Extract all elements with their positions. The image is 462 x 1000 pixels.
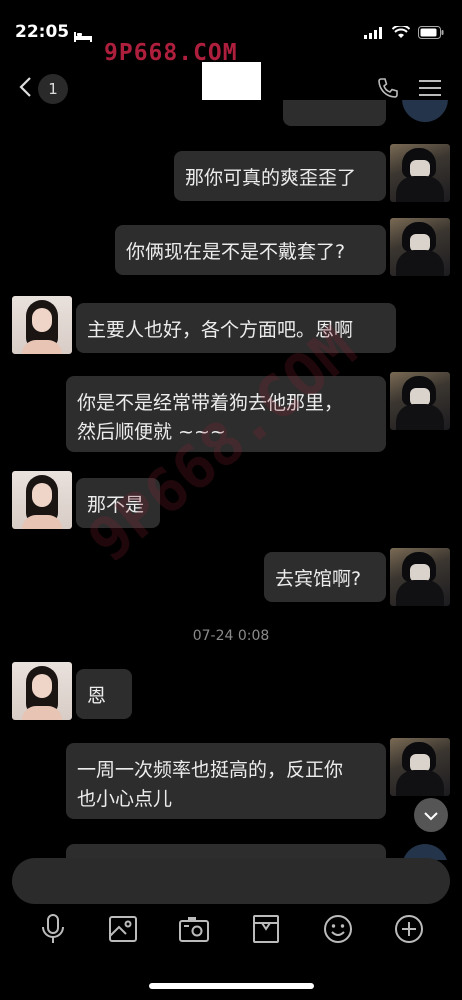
avatar-self[interactable] — [390, 738, 450, 796]
status-bar: 22:05 9P668.COM — [0, 0, 462, 66]
contact-name-redacted — [202, 62, 261, 100]
avatar-self[interactable] — [402, 100, 448, 122]
battery-icon — [418, 24, 444, 43]
avatar-self[interactable] — [390, 548, 450, 606]
mic-icon[interactable] — [36, 912, 70, 946]
chevron-down-icon — [423, 806, 439, 825]
message-bubble: 你俩现在是不是不戴套了? — [115, 225, 386, 275]
message-bubble: 主要人也好，各个方面吧。恩啊 — [76, 303, 396, 353]
message-input[interactable] — [12, 858, 450, 904]
avatar-contact[interactable] — [12, 662, 72, 720]
avatar-self[interactable] — [390, 218, 450, 276]
wifi-icon — [391, 24, 411, 43]
status-time: 22:05 — [15, 22, 70, 42]
input-toolbar — [0, 912, 462, 952]
avatar-contact[interactable] — [12, 296, 72, 354]
avatar-self[interactable] — [390, 144, 450, 202]
avatar-self[interactable] — [390, 372, 450, 430]
image-icon[interactable] — [106, 912, 140, 946]
camera-icon[interactable] — [177, 912, 211, 946]
message-bubble-partial — [283, 100, 386, 126]
timestamp: 07-24 0:08 — [192, 628, 270, 644]
signal-icon — [364, 24, 384, 43]
message-bubble: 那你可真的爽歪歪了 — [174, 151, 386, 201]
avatar-contact[interactable] — [12, 471, 72, 529]
home-indicator[interactable] — [149, 983, 314, 989]
chat-list[interactable]: 那你可真的爽歪歪了 你俩现在是不是不戴套了? 主要人也好，各个方面吧。恩啊 你是… — [0, 100, 462, 860]
emoji-icon[interactable] — [321, 912, 355, 946]
scroll-down-button[interactable] — [414, 798, 448, 832]
message-bubble: 恩 — [76, 669, 132, 719]
chevron-left-icon — [18, 76, 32, 102]
gift-icon[interactable] — [249, 912, 283, 946]
message-bubble: 你是不是经常带着狗去他那里， 然后顺便就 ~~~ — [66, 376, 386, 452]
plus-icon[interactable] — [392, 912, 426, 946]
bed-icon — [74, 27, 92, 46]
menu-icon[interactable] — [418, 78, 442, 102]
message-bubble: 一周一次频率也挺高的，反正你 也小心点儿 — [66, 743, 386, 819]
message-bubble: 那不是 — [76, 478, 160, 528]
message-bubble: 去宾馆啊? — [264, 552, 386, 602]
